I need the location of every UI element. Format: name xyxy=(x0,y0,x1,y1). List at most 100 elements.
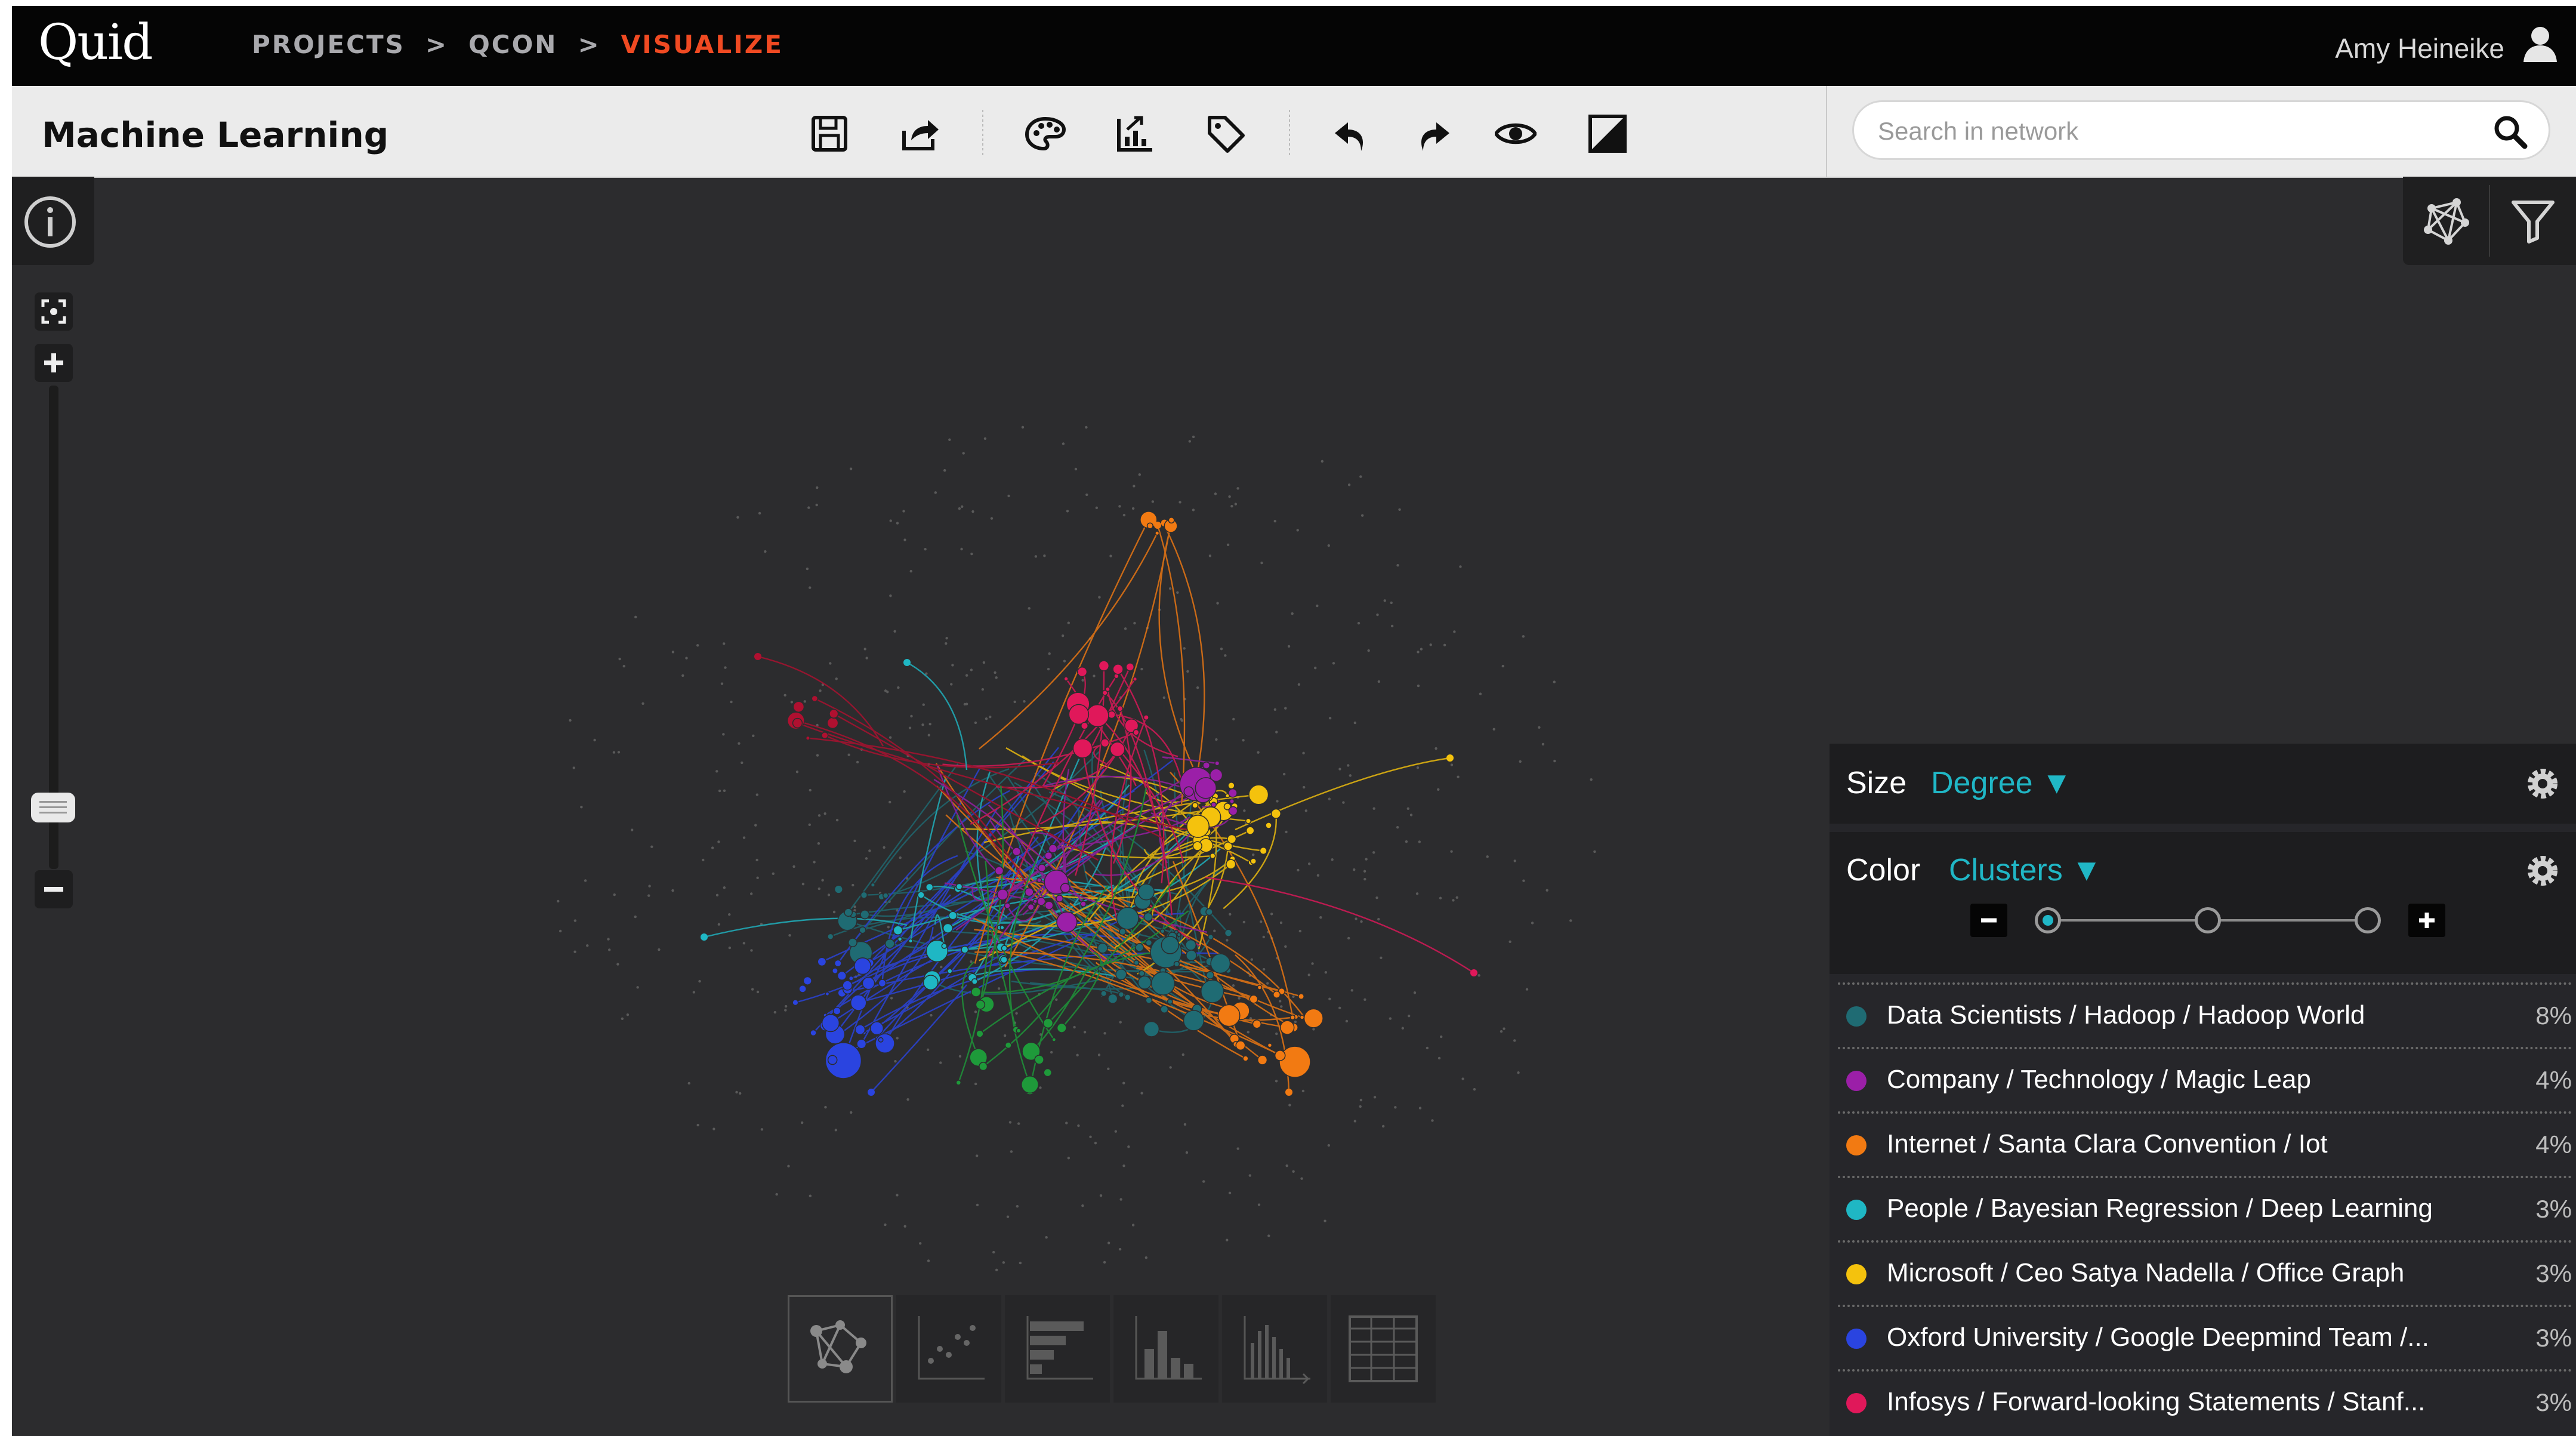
cluster-row[interactable]: People / Bayesian Regression / Deep Lear… xyxy=(1838,1176,2572,1240)
cluster-percent: 3% xyxy=(2535,1195,2572,1223)
cluster-name: Oxford University / Google Deepmind Team… xyxy=(1887,1323,2429,1352)
quid-logo[interactable]: Quid xyxy=(38,14,153,71)
view-toggle-button[interactable] xyxy=(1492,110,1540,158)
breadcrumb-visualize[interactable]: VISUALIZE xyxy=(621,30,783,59)
size-settings-icon[interactable] xyxy=(2522,763,2563,805)
contrast-icon xyxy=(1588,115,1627,153)
tag-button[interactable] xyxy=(1202,110,1250,158)
bar-view-button[interactable] xyxy=(1113,1295,1218,1403)
breadcrumb-separator: > xyxy=(578,30,601,59)
bar-chart-icon xyxy=(1135,1316,1202,1380)
filter-button[interactable] xyxy=(2489,177,2576,265)
cluster-percent: 3% xyxy=(2535,1324,2572,1352)
network-layout-button[interactable] xyxy=(2403,177,2489,265)
search-input[interactable] xyxy=(1877,112,2464,151)
search-box xyxy=(1852,100,2550,160)
cluster-slider-knob[interactable] xyxy=(2195,907,2221,933)
top-bar: Quid PROJECTS > QCON > VISUALIZE Amy Hei… xyxy=(12,6,2576,86)
search-icon[interactable] xyxy=(2492,114,2528,150)
legend-panel: Size Degree ▼ Color Clusters ▼ Data Scie… xyxy=(1830,744,2576,1436)
size-label: Size xyxy=(1846,766,1907,800)
cluster-name: Data Scientists / Hadoop / Hadoop World xyxy=(1887,1000,2365,1030)
redo-button[interactable] xyxy=(1408,110,1456,158)
cluster-row[interactable]: Infosys / Forward-looking Statements / S… xyxy=(1838,1369,2572,1434)
cluster-color-dot xyxy=(1846,1393,1867,1413)
network-tools xyxy=(2403,177,2576,265)
size-dropdown[interactable]: Degree ▼ xyxy=(1931,765,2072,801)
color-dropdown[interactable]: Clusters ▼ xyxy=(1949,852,2102,888)
cluster-color-dot xyxy=(1846,1200,1867,1220)
info-button[interactable] xyxy=(12,177,94,265)
cluster-percent: 8% xyxy=(2535,1001,2572,1030)
table-icon xyxy=(1349,1315,1418,1382)
chart-export-icon xyxy=(1117,116,1152,152)
toolbar-divider xyxy=(982,110,983,158)
zoom-in-button[interactable] xyxy=(35,344,73,382)
cluster-name: Company / Technology / Magic Leap xyxy=(1887,1065,2311,1094)
undo-button[interactable] xyxy=(1328,110,1376,158)
scatter-view-button[interactable] xyxy=(896,1295,1001,1403)
plus-icon xyxy=(2419,913,2435,928)
cluster-row[interactable]: Company / Technology / Magic Leap 4% xyxy=(1838,1047,2572,1111)
cluster-row[interactable]: Internet / Santa Clara Convention / Iot … xyxy=(1838,1111,2572,1176)
cluster-legend: Data Scientists / Hadoop / Hadoop World … xyxy=(1838,982,2572,1434)
histogram-icon xyxy=(1244,1316,1310,1385)
breadcrumb-projects[interactable]: PROJECTS xyxy=(252,30,405,59)
cluster-decrease-button[interactable] xyxy=(1970,904,2007,937)
cluster-row[interactable]: Oxford University / Google Deepmind Team… xyxy=(1838,1305,2572,1369)
cluster-name: People / Bayesian Regression / Deep Lear… xyxy=(1887,1194,2433,1223)
cluster-percent: 3% xyxy=(2535,1388,2572,1416)
color-settings-icon[interactable] xyxy=(2522,850,2563,892)
cluster-row[interactable]: Data Scientists / Hadoop / Hadoop World … xyxy=(1838,982,2572,1047)
tag-icon xyxy=(1208,116,1245,153)
minus-icon xyxy=(1981,918,1997,923)
palette-button[interactable] xyxy=(1022,110,1069,158)
chart-export-button[interactable] xyxy=(1111,110,1159,158)
color-label: Color xyxy=(1846,853,1921,888)
redo-icon xyxy=(1421,122,1449,151)
eye-icon xyxy=(1495,123,1537,144)
zoom-slider-handle[interactable] xyxy=(31,793,75,822)
network-view-icon xyxy=(810,1320,866,1373)
cluster-name: Infosys / Forward-looking Statements / S… xyxy=(1887,1387,2426,1416)
contrast-button[interactable] xyxy=(1584,110,1631,158)
color-row: Color Clusters ▼ xyxy=(1830,832,2576,974)
breadcrumb-qcon[interactable]: QCON xyxy=(468,30,557,59)
cluster-percent: 3% xyxy=(2535,1259,2572,1287)
cluster-color-dot xyxy=(1846,1071,1867,1091)
cluster-name: Microsoft / Ceo Satya Nadella / Office G… xyxy=(1887,1258,2405,1287)
save-icon xyxy=(812,116,847,152)
cluster-name: Internet / Santa Clara Convention / Iot xyxy=(1887,1129,2328,1158)
toolbar-divider xyxy=(1289,110,1290,158)
network-view-button[interactable] xyxy=(788,1295,893,1403)
cluster-increase-button[interactable] xyxy=(2408,904,2445,937)
cluster-slider-knob[interactable] xyxy=(2035,907,2061,933)
cluster-color-dot xyxy=(1846,1135,1867,1155)
minus-icon xyxy=(44,887,63,892)
save-button[interactable] xyxy=(806,110,853,158)
palette-icon xyxy=(1025,116,1066,151)
table-view-button[interactable] xyxy=(1331,1295,1436,1403)
share-button[interactable] xyxy=(896,110,944,158)
user-name[interactable]: Amy Heineike xyxy=(2335,32,2504,64)
network-icon xyxy=(2423,198,2469,245)
cluster-percent: 4% xyxy=(2535,1066,2572,1094)
plus-icon xyxy=(44,353,63,372)
app-frame: Quid PROJECTS > QCON > VISUALIZE Amy Hei… xyxy=(12,6,2576,1436)
horizontal-bar-icon xyxy=(1026,1316,1093,1380)
network-graph[interactable] xyxy=(549,388,1623,1283)
filter-icon xyxy=(2511,201,2555,244)
horizontal-bar-view-button[interactable] xyxy=(1005,1295,1110,1403)
zoom-out-button[interactable] xyxy=(35,870,73,908)
zoom-fit-button[interactable] xyxy=(35,292,73,331)
cluster-row[interactable]: Microsoft / Ceo Satya Nadella / Office G… xyxy=(1838,1240,2572,1305)
cluster-color-dot xyxy=(1846,1006,1867,1027)
scatter-icon xyxy=(918,1316,985,1380)
cluster-percent: 4% xyxy=(2535,1130,2572,1158)
breadcrumb: PROJECTS > QCON > VISUALIZE xyxy=(252,30,783,59)
user-icon[interactable] xyxy=(2522,25,2558,63)
histogram-view-button[interactable] xyxy=(1222,1295,1327,1403)
cluster-slider-knob[interactable] xyxy=(2355,907,2381,933)
page-title: Machine Learning xyxy=(42,115,389,155)
size-row: Size Degree ▼ xyxy=(1830,744,2576,824)
